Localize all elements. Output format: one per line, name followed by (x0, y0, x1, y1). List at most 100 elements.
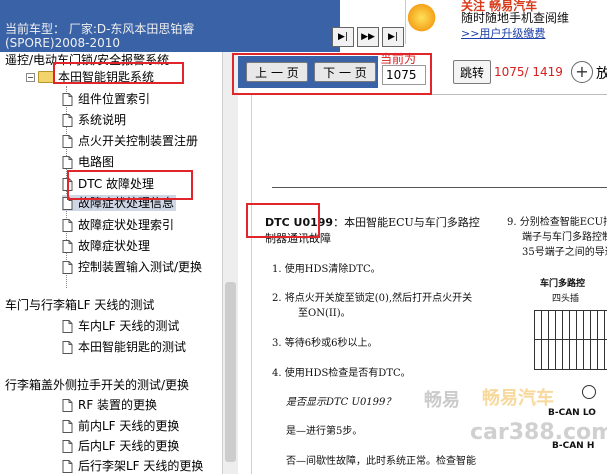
document-icon (62, 439, 73, 453)
tree-item-smart-key-test[interactable]: 本田智能钥匙的测试 (62, 339, 186, 355)
next-page-button[interactable]: 下 一 页 (314, 62, 376, 82)
tree-item-symptom-index[interactable]: 故障症状处理索引 (62, 217, 174, 233)
document-icon (62, 218, 73, 232)
tree-item-label: 点火开关控制装置注册 (78, 134, 199, 148)
dtc-title: ：本田智能ECU与车门多路控 (333, 216, 480, 229)
tree-item-label: 电路图 (78, 155, 115, 169)
step-1: 1. 使用HDS清除DTC。 (272, 264, 381, 275)
connector-diagram (534, 310, 607, 370)
tree-scrollbar[interactable] (222, 52, 238, 474)
step-9: 9. 分别检查智能ECU插 (507, 217, 607, 228)
answer-yes: 是—进行第5步。 (286, 426, 363, 437)
document-icon (62, 113, 73, 127)
ad-subtext: 随时随地手机查阅维 (461, 11, 570, 25)
step-2: 2. 将点火开关旋至锁定(0),然后打开点火开关 (272, 293, 473, 304)
tree-item-label: 后内LF 天线的更换 (78, 439, 180, 453)
diagram-subtitle: 四头插 (552, 294, 580, 304)
ad-logo-icon (406, 0, 458, 44)
tree-item-label: 系统说明 (78, 113, 127, 127)
tree-item-symptom-info[interactable]: 故障症状处理信息 (62, 195, 177, 211)
answer-no: 否—间歇性故障，此时系统正常。检查智能 (286, 456, 476, 467)
document-icon (62, 260, 73, 274)
tree-item-input-test[interactable]: 控制装置输入测试/更换 (62, 259, 202, 275)
document-icon (62, 92, 73, 106)
vehicle-title-line1: 当前车型： 厂家:D-东风本田思铂睿 (5, 22, 195, 36)
dtc-heading: DTC U0199：本田智能ECU与车门多路控 (265, 216, 480, 229)
meter-probe-icon (582, 385, 596, 399)
document-icon (62, 134, 73, 148)
document-icon (62, 340, 73, 354)
tree-item-rear-shelf-lf-replace[interactable]: 后行李架LF 天线的更换 (62, 458, 203, 474)
document-page: DTC U0199：本田智能ECU与车门多路控 制器通讯故障 1. 使用HDS清… (251, 95, 607, 474)
nav-last-icon[interactable]: ▶▶ (357, 27, 379, 47)
zoom-label[interactable]: 放 (596, 63, 607, 83)
collapse-minus-icon[interactable]: − (26, 72, 35, 82)
tree-item-label: 前内LF 天线的更换 (78, 419, 180, 433)
tree-item-label: 故障症状处理信息 (78, 196, 175, 210)
tree-item-label: 本田智能钥匙的测试 (78, 340, 187, 354)
tree-item-label: 控制装置输入测试/更换 (78, 260, 203, 274)
step-3: 3. 等待6秒或6秒以上。 (272, 338, 378, 349)
tree-item-rear-lf-replace[interactable]: 后内LF 天线的更换 (62, 438, 179, 454)
tree-item-label: 车内LF 天线的测试 (78, 319, 180, 333)
tree-item-front-lf-replace[interactable]: 前内LF 天线的更换 (62, 418, 179, 434)
bcan-lo-label: B-CAN LO (548, 408, 596, 418)
nav-next-icon[interactable]: ▶| (332, 27, 354, 47)
tree-item-label: 组件位置索引 (78, 92, 151, 106)
step-9-cont2: 35号端子之间的导通 (522, 247, 607, 258)
window-nav-buttons: ▶| ▶▶ ▶| (332, 27, 404, 47)
tree-item-label: 故障症状处理 (78, 239, 151, 253)
tree-item-label: 故障症状处理索引 (78, 218, 175, 232)
tree-item-symptom-troubleshooting[interactable]: 故障症状处理 (62, 238, 150, 254)
tree-item-interior-lf-test[interactable]: 车内LF 天线的测试 (62, 318, 179, 334)
step-9-cont: 端子与车门多路控制 (522, 232, 607, 243)
folder-open-icon (38, 71, 54, 83)
jump-button[interactable]: 跳转 (453, 60, 491, 84)
header-bar: 当前车型： 厂家:D-东风本田思铂睿 (SPORE)2008-2010 (0, 0, 340, 52)
prev-page-button[interactable]: 上 一 页 (246, 62, 308, 82)
tree-item-system-description[interactable]: 系统说明 (62, 112, 126, 128)
tree-group-label: 车门与行李箱LF 天线的测试 (5, 298, 155, 312)
page-count: 1075/ 1419 (494, 65, 563, 79)
question-text: 是否显示DTC U0199？ (286, 397, 396, 408)
navigation-tree: 遥控/电动车门锁/安全报警系统 − 本田智能钥匙系统 组件位置索引 系统说明 点… (0, 52, 238, 474)
tree-item-circuit-diagram[interactable]: 电路图 (62, 154, 114, 170)
page-header-rule (272, 187, 607, 188)
tree-folder-honda-smart-key[interactable]: − 本田智能钥匙系统 (26, 69, 154, 85)
tree-item-label: DTC 故障处理 (78, 177, 155, 191)
document-icon (62, 419, 73, 433)
tree-parent-item[interactable]: 遥控/电动车门锁/安全报警系统 (5, 52, 169, 68)
vehicle-title-line2: (SPORE)2008-2010 (5, 36, 120, 50)
tree-item-label: RF 装置的更换 (78, 398, 158, 412)
tree-group-trunk-handle-switch[interactable]: 行李箱盖外侧拉手开关的测试/更换 (5, 377, 189, 393)
document-icon (62, 319, 73, 333)
current-vehicle-title: 当前车型： 厂家:D-东风本田思铂睿 (SPORE)2008-2010 (5, 22, 335, 50)
step-2-cont: 至ON(II)。 (298, 308, 351, 319)
tree-item-rf-replace[interactable]: RF 装置的更换 (62, 397, 157, 413)
document-icon (62, 398, 73, 412)
bcan-h-label: B-CAN H (552, 441, 595, 451)
document-icon (62, 177, 73, 191)
connector-divider (534, 339, 607, 340)
step-4: 4. 使用HDS检查是否有DTC。 (272, 368, 411, 379)
tree-item-component-index[interactable]: 组件位置索引 (62, 91, 150, 107)
document-viewer: DTC U0199：本田智能ECU与车门多路控 制器通讯故障 1. 使用HDS清… (238, 94, 607, 474)
diagram-title: 车门多路控 (540, 279, 586, 289)
tree-group-door-lf-antenna[interactable]: 车门与行李箱LF 天线的测试 (5, 297, 154, 313)
tree-item-label: 后行李架LF 天线的更换 (78, 459, 204, 473)
tree-parent-label: 遥控/电动车门锁/安全报警系统 (5, 53, 170, 67)
document-icon (62, 459, 73, 473)
zoom-in-icon[interactable]: + (571, 61, 593, 83)
tree-item-dtc-troubleshooting[interactable]: DTC 故障处理 (62, 176, 154, 192)
nav-end-icon[interactable]: ▶| (382, 27, 404, 47)
tree-scrollbar-thumb[interactable] (225, 282, 236, 462)
dtc-title-line2: 制器通讯故障 (265, 232, 331, 245)
page-number-input[interactable] (382, 65, 426, 85)
dtc-code: DTC U0199 (265, 216, 334, 229)
tree-group-label: 行李箱盖外侧拉手开关的测试/更换 (5, 378, 190, 392)
ad-upgrade-link[interactable]: >>用户升级缴费 (461, 25, 545, 41)
page-toolbar: 上 一 页 下 一 页 当前为 跳转 1075/ 1419 + 放 (238, 52, 607, 94)
document-icon (62, 239, 73, 253)
tree-item-ignition-registration[interactable]: 点火开关控制装置注册 (62, 133, 198, 149)
ad-banner[interactable]: 关注 畅易汽车 随时随地手机查阅维 >>用户升级缴费 (405, 0, 607, 44)
